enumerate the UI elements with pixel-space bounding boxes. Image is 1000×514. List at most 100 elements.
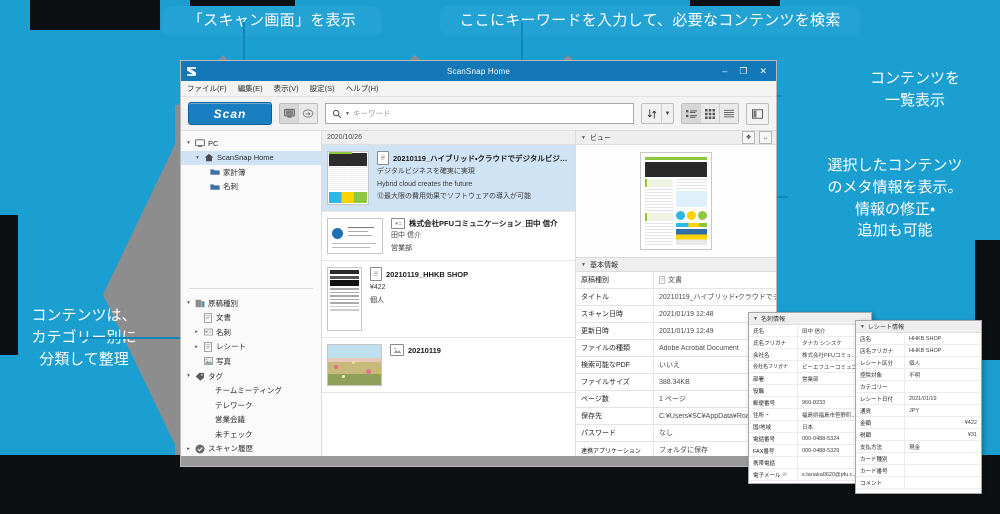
receipt-row[interactable]: レシート区分 個人 [856, 357, 981, 369]
receipt-row[interactable]: カード種別 [856, 453, 981, 465]
fit-width-icon[interactable]: ↔ [759, 131, 772, 144]
sidebar-item-bunsho[interactable]: 文書 [181, 311, 321, 326]
list-view-icon[interactable] [682, 104, 701, 123]
sidebar-item-tag-sales-meeting[interactable]: 営業会議 [181, 412, 321, 427]
metadata-row[interactable]: タイトル20210119_ハイブリッド・クラウドでデジタル... [576, 289, 776, 306]
card-row[interactable]: FAX番号 000-0488-5329 [749, 445, 871, 457]
card-panel-header[interactable]: ▼ 名刺情報 [749, 313, 871, 325]
twisty-icon[interactable]: ▸ [193, 329, 200, 335]
metadata-row[interactable]: スキャン日時 2021/01/19 12:48 [576, 306, 776, 323]
metadata-row[interactable]: ファイルの種類 Adobe Acrobat Document [576, 340, 776, 357]
card-row[interactable]: 電話番号 000-0488-5324 [749, 433, 871, 445]
sidebar-item-tag-team-meeting[interactable]: チームミーティング [181, 383, 321, 398]
list-item[interactable]: 20210119_HHKB SHOP ¥422 個人 [322, 261, 575, 338]
metadata-value[interactable]: 20210119_ハイブリッド・クラウドでデジタル... [654, 292, 776, 302]
receipt-row[interactable]: 店名 HHKB SHOP [856, 333, 981, 345]
metadata-row[interactable]: パスワード なし [576, 425, 776, 442]
chevron-down-icon[interactable]: ▼ [345, 111, 350, 117]
menu-item-settings[interactable]: 設定(S) [310, 83, 335, 94]
chevron-down-icon[interactable]: ▼ [860, 324, 865, 330]
chevron-down-icon[interactable]: ▼ [753, 316, 758, 322]
twisty-icon[interactable]: ▸ [193, 344, 200, 350]
twisty-icon[interactable]: ▾ [185, 140, 192, 146]
sidebar-item-tag[interactable]: ▾ タグ [181, 369, 321, 384]
scan-button[interactable]: Scan [188, 102, 272, 125]
menu-item-help[interactable]: ヘルプ(H) [346, 83, 379, 94]
receipt-row[interactable]: 金額 ¥422 [856, 417, 981, 429]
receipt-row[interactable]: 通貨 JPY [856, 405, 981, 417]
receipt-row[interactable]: カード番号 [856, 465, 981, 477]
receipt-value[interactable]: 不明 [905, 371, 981, 379]
sidebar-item-meishi[interactable]: ▸ 名刺 [181, 325, 321, 340]
metadata-row[interactable]: 検索可能なPDF いいえ [576, 357, 776, 374]
sidebar-item-receipt[interactable]: ▸ レシート [181, 340, 321, 355]
metadata-value[interactable]: 文書 [654, 275, 776, 285]
sidebar-item-tag-unchecked[interactable]: 未チェック [181, 427, 321, 442]
twisty-icon[interactable]: ▾ [185, 300, 192, 306]
receipt-row[interactable]: 支払方法 現金 [856, 441, 981, 453]
sidebar-item-scan-history[interactable]: ▸ スキャン履歴 [181, 441, 321, 456]
receipt-row[interactable]: 税額 ¥31 [856, 429, 981, 441]
minimize-icon[interactable]: – [722, 66, 727, 76]
document-viewer[interactable] [576, 145, 776, 258]
panel-toggle-icon[interactable] [746, 102, 769, 125]
card-row[interactable]: URL [749, 481, 871, 483]
card-row[interactable]: 国/地域 日本 [749, 421, 871, 433]
receipt-value[interactable]: HHKB SHOP [905, 348, 981, 354]
sidebar-item-tag-telework[interactable]: テレワーク [181, 398, 321, 413]
close-icon[interactable]: ✕ [759, 66, 767, 76]
card-row[interactable]: 氏名フリガナ タナカ シンスケ [749, 337, 871, 349]
viewer-section-header[interactable]: ▼ ビュー ✥ ↔ [576, 131, 776, 145]
sidebar-item-meishi-folder[interactable]: 名刺 [181, 180, 321, 195]
card-row[interactable]: 会社名フリガナ ピーエフユーコミュニケー... [749, 361, 871, 373]
receipt-value[interactable]: ¥422 [905, 420, 981, 426]
sidebar-item-scansnap-home[interactable]: ▾ ScanSnap Home [181, 150, 321, 166]
chevron-down-icon[interactable]: ▼ [581, 262, 586, 268]
receipt-value[interactable]: HHKB SHOP [905, 336, 981, 342]
menu-item-view[interactable]: 表示(V) [274, 83, 299, 94]
receipt-value[interactable]: JPY [905, 408, 981, 414]
chevron-down-icon[interactable]: ▼ [581, 135, 586, 141]
grid-view-icon[interactable] [701, 104, 720, 123]
card-row[interactable]: 会社名 株式会社PFUコミュ... [749, 349, 871, 361]
metadata-row[interactable]: ファイルサイズ 388.34KB [576, 374, 776, 391]
sidebar-item-pc[interactable]: ▾ PC [181, 136, 321, 151]
metadata-row[interactable]: 連携アプリケーション フォルダに保存 [576, 442, 776, 456]
menu-item-file[interactable]: ファイル(F) [187, 83, 227, 94]
sort-control[interactable]: ▼ [641, 103, 674, 124]
receipt-row[interactable]: 店名フリガナ HHKB SHOP [856, 345, 981, 357]
sort-chevron-down-icon[interactable]: ▼ [662, 104, 673, 123]
list-item[interactable]: 20210119 [322, 338, 575, 393]
sidebar-item-kakeibo[interactable]: 家計簿 [181, 165, 321, 180]
receipt-row[interactable]: コメント [856, 477, 981, 489]
menu-item-edit[interactable]: 編集(E) [238, 83, 263, 94]
search-input[interactable]: ▼ キーワード [325, 103, 634, 124]
receipt-value[interactable]: 2021/01/19 [905, 396, 981, 402]
sidebar-item-genko-shubetsu[interactable]: ▾ 原稿種別 [181, 296, 321, 311]
fit-page-icon[interactable]: ✥ [742, 131, 755, 144]
receipt-row[interactable]: 控除対象 不明 [856, 369, 981, 381]
receipt-value[interactable]: 個人 [905, 359, 981, 367]
list-item[interactable]: 20210119_ハイブリッド・クラウドでデジタルビジネスを確実に実現 デジタル… [322, 145, 575, 212]
receipt-value[interactable]: 現金 [905, 443, 981, 451]
metadata-row[interactable]: ページ数 1 ページ [576, 391, 776, 408]
metadata-row[interactable]: 更新日時 2021/01/19 12:49 [576, 323, 776, 340]
basic-info-section-header[interactable]: ▼ 基本情報 [576, 258, 776, 272]
card-row[interactable]: 住所 ⌖ 福島県福島市笹野町... [749, 409, 871, 421]
restore-icon[interactable]: ❐ [739, 66, 747, 76]
mail-icon[interactable]: ✉ [783, 472, 787, 478]
card-row[interactable]: 電子メール ✉ s.tanaka0620@pfu.c... [749, 469, 871, 481]
metadata-row[interactable]: 保存先 C:¥Users¥SC¥AppData¥Roaming¥P... [576, 408, 776, 425]
card-row[interactable]: 氏名 田中 信介 [749, 325, 871, 337]
twisty-icon[interactable]: ▾ [194, 155, 201, 161]
detail-view-icon[interactable] [720, 104, 738, 123]
receipt-row[interactable]: カテゴリー [856, 381, 981, 393]
card-row[interactable]: 携帯電話 [749, 457, 871, 469]
twisty-icon[interactable]: ▾ [185, 373, 192, 379]
card-row[interactable]: 郵便番号 960-8233 [749, 397, 871, 409]
sidebar-item-photo[interactable]: 写真 [181, 354, 321, 369]
monitor-icon[interactable] [280, 104, 299, 123]
card-row[interactable]: 役職 [749, 385, 871, 397]
receipt-panel-header[interactable]: ▼ レシート情報 [856, 321, 981, 333]
card-row[interactable]: 部署 営業部 [749, 373, 871, 385]
